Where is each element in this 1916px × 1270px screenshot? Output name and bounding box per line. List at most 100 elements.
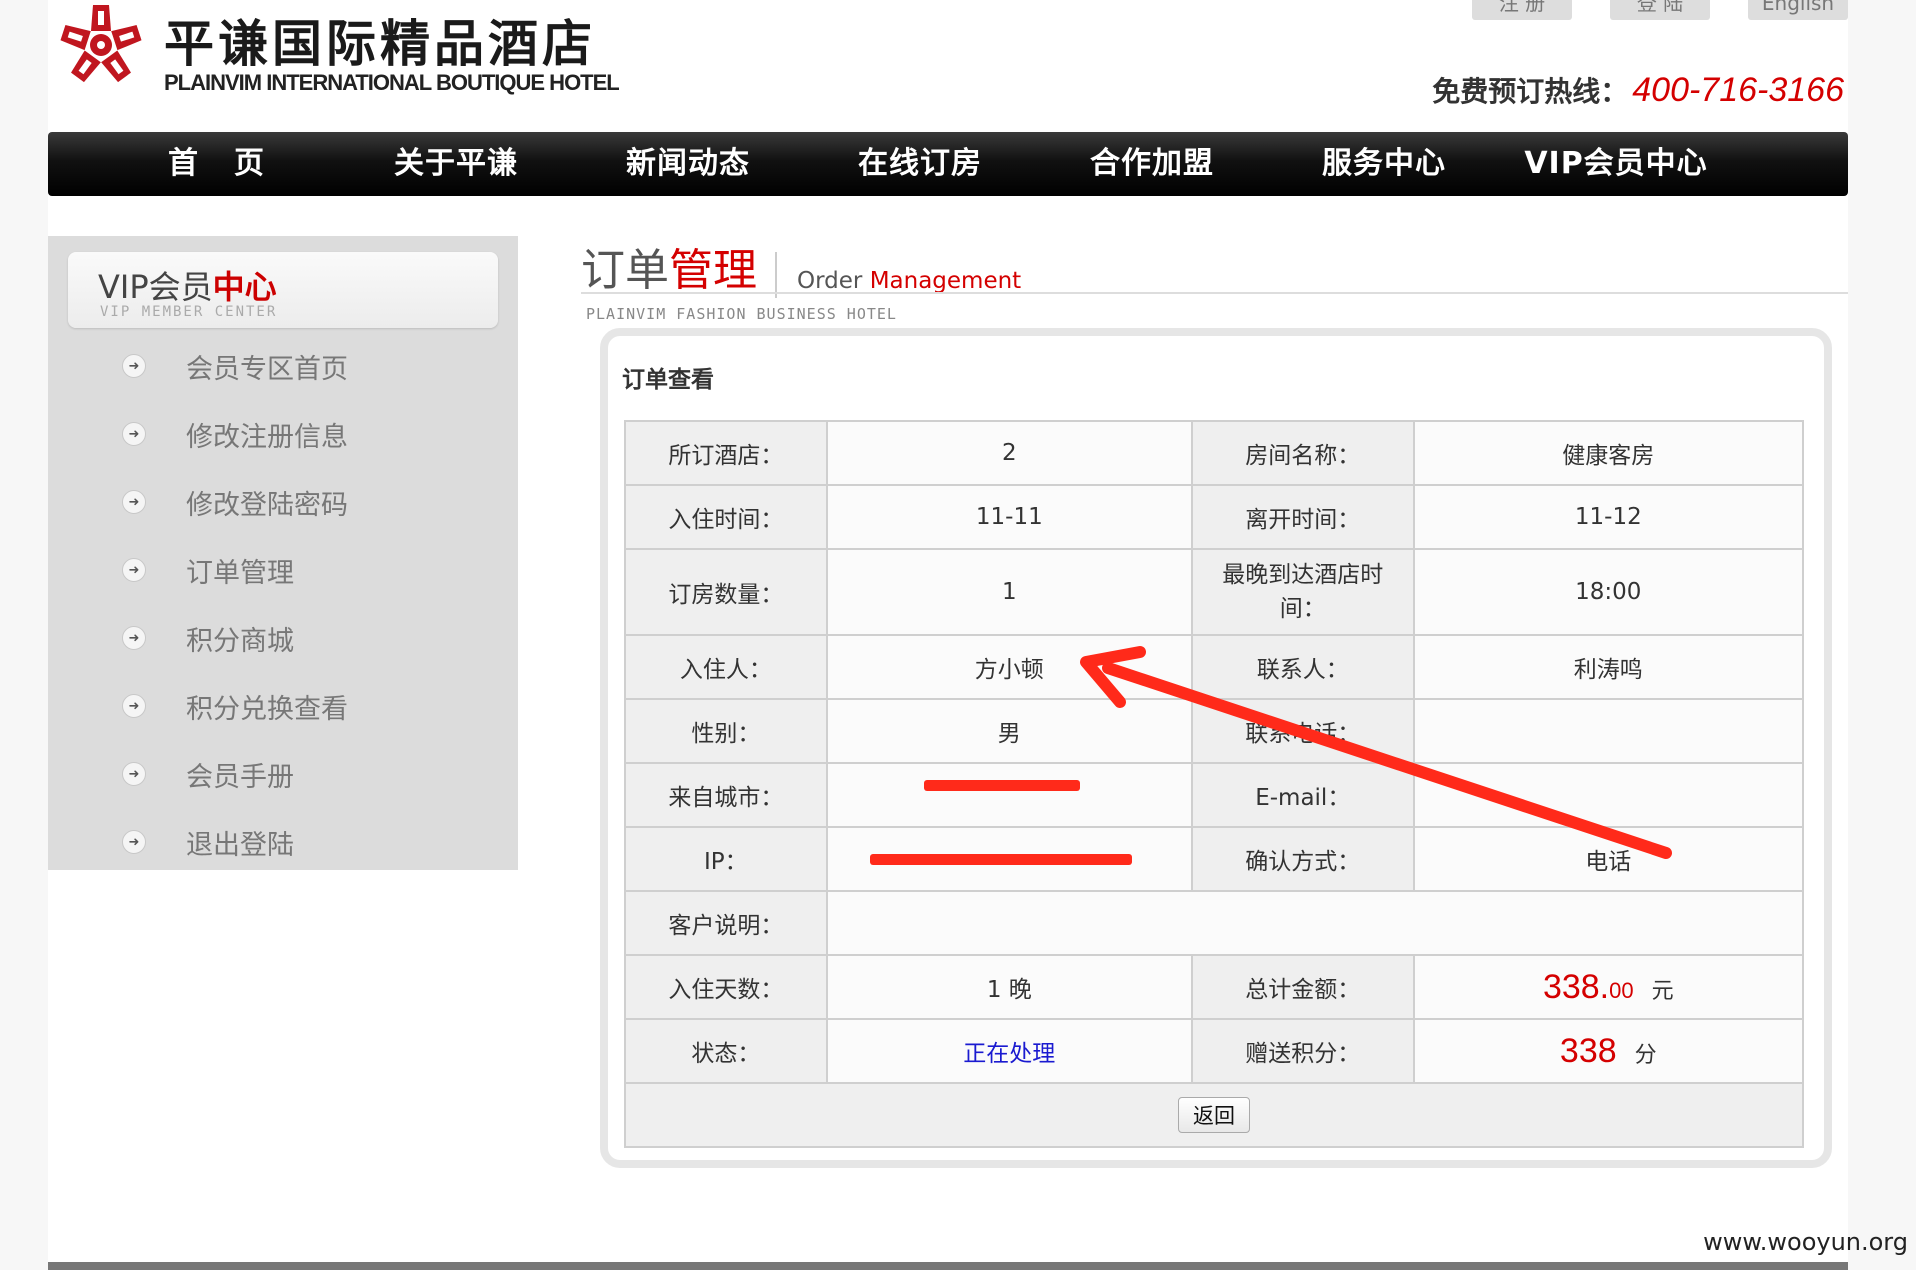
nav-booking[interactable]: 在线订房 [804, 132, 1036, 196]
nights-label: 入住天数： [624, 954, 828, 1020]
nights-value: 1 晚 [825, 954, 1193, 1020]
arrival-label-line2: 间： [1279, 596, 1326, 622]
sidebar-item-orders[interactable]: ➜ 订单管理 [48, 536, 518, 604]
city-value-redacted [825, 762, 1193, 828]
register-link[interactable]: 注 册 [1472, 0, 1572, 20]
points-value: 338 分 [1412, 1018, 1805, 1084]
table-row: 来自城市： E-mail： [624, 762, 1805, 828]
arrow-right-icon: ➜ [122, 626, 146, 650]
sidebar-menu: ➜ 会员专区首页 ➜ 修改注册信息 ➜ 修改登陆密码 ➜ 订单管理 ➜ 积分商城 ➜ 积分兑… [48, 332, 518, 876]
table-row: 状态： 正在处理 赠送积分： 338 分 [624, 1018, 1805, 1084]
points-amount: 338 [1559, 1031, 1617, 1070]
phone-value [1412, 698, 1805, 764]
hotel-name-en: PLAINVIM INTERNATIONAL BOUTIQUE HOTEL [164, 70, 620, 95]
sidebar-item-points-history[interactable]: ➜ 积分兑换查看 [48, 672, 518, 740]
hotel-label: 所订酒店： [624, 420, 828, 486]
nav-home[interactable]: 首页 [128, 132, 340, 196]
hotline: 免费预订热线： 400-716-3166 [1432, 70, 1844, 110]
panel-title: 订单查看 [622, 367, 714, 393]
hotel-name-cn: 平谦国际精品酒店 [164, 14, 596, 73]
page: 平谦国际精品酒店 PLAINVIM INTERNATIONAL BOUTIQUE… [48, 0, 1848, 1270]
sidebar-title-highlight: 中心 [212, 268, 277, 306]
arrow-right-icon: ➜ [122, 830, 146, 854]
arrow-right-icon: ➜ [122, 422, 146, 446]
arrival-label-line1: 最晚到达酒店时 [1222, 562, 1384, 588]
english-link[interactable]: English [1748, 0, 1848, 20]
table-row: 性别： 男 联系电话： [624, 698, 1805, 764]
points-label: 赠送积分： [1190, 1018, 1415, 1084]
table-row: 入住时间： 11-11 离开时间： 11-12 [624, 484, 1805, 550]
sidebar-item-logout[interactable]: ➜ 退出登陆 [48, 808, 518, 876]
status-cell: 正在处理 [825, 1018, 1193, 1084]
points-unit: 分 [1634, 1042, 1657, 1068]
contact-label: 联系人： [1190, 634, 1415, 700]
order-panel: 订单查看 所订酒店： 2 房间名称： 健康客房 入住时间： 11-11 离开时间… [600, 328, 1832, 1168]
status-link[interactable]: 正在处理 [963, 1041, 1055, 1067]
gender-label: 性别： [624, 698, 828, 764]
city-label: 来自城市： [624, 762, 828, 828]
sidebar-item-handbook[interactable]: ➜ 会员手册 [48, 740, 518, 808]
room-value: 健康客房 [1412, 420, 1805, 486]
sidebar-header: VIP会员中心 VIP MEMBER CENTER [68, 252, 498, 328]
sidebar-subtitle: VIP MEMBER CENTER [100, 304, 278, 320]
email-label: E-mail： [1190, 762, 1415, 828]
table-row: 订房数量： 1 最晚到达酒店时 间： 18:00 [624, 548, 1805, 636]
redaction-mark-city [924, 780, 1080, 791]
note-label: 客户说明： [624, 890, 828, 956]
guest-value: 方小顿 [825, 634, 1193, 700]
table-row: IP： 确认方式： 电话 [624, 826, 1805, 892]
note-value [825, 890, 1805, 956]
sidebar-item-label: 修改注册信息 [186, 421, 348, 453]
sidebar: VIP会员中心 VIP MEMBER CENTER ➜ 会员专区首页 ➜ 修改注册信… [48, 236, 518, 870]
sidebar-item-label: 会员专区首页 [186, 353, 348, 385]
table-row: 返回 [624, 1082, 1804, 1148]
table-row: 所订酒店： 2 房间名称： 健康客房 [624, 420, 1805, 486]
section-title-highlight: 管理 [669, 245, 757, 296]
table-row: 入住天数： 1 晚 总计金额： 338.00 元 [624, 954, 1805, 1020]
email-value [1412, 762, 1805, 828]
rooms-value: 1 [825, 548, 1193, 636]
arrival-value: 18:00 [1412, 548, 1805, 636]
gender-value: 男 [825, 698, 1193, 764]
login-link[interactable]: 登 陆 [1610, 0, 1710, 20]
sidebar-item-label: 退出登陆 [186, 829, 294, 861]
section-underline [581, 292, 1848, 294]
actions-cell: 返回 [624, 1082, 1804, 1148]
arrow-right-icon: ➜ [122, 558, 146, 582]
hotel-logo-icon [60, 5, 142, 83]
checkout-label: 离开时间： [1190, 484, 1415, 550]
order-details-table: 所订酒店： 2 房间名称： 健康客房 入住时间： 11-11 离开时间： 11-… [624, 420, 1805, 1148]
sidebar-item-change-password[interactable]: ➜ 修改登陆密码 [48, 468, 518, 536]
contact-value: 利涛鸣 [1412, 634, 1805, 700]
back-button[interactable]: 返回 [1178, 1097, 1250, 1133]
main-nav: 首页 关于平谦 新闻动态 在线订房 合作加盟 服务中心 VIP会员中心 [48, 132, 1848, 196]
redaction-mark-ip [870, 854, 1132, 865]
total-amount-decimal: 00 [1609, 977, 1634, 1003]
nav-about[interactable]: 关于平谦 [340, 132, 572, 196]
nav-partner[interactable]: 合作加盟 [1036, 132, 1268, 196]
nav-news[interactable]: 新闻动态 [572, 132, 804, 196]
section-title-prefix: 订单 [581, 245, 669, 296]
nav-vip[interactable]: VIP会员中心 [1500, 132, 1732, 196]
sidebar-item-points-mall[interactable]: ➜ 积分商城 [48, 604, 518, 672]
sidebar-title-prefix: VIP会员 [98, 268, 213, 306]
watermark: www.wooyun.org [1703, 1228, 1908, 1256]
section-title: 订单管理 Order Management [581, 234, 1021, 298]
checkout-value: 11-12 [1412, 484, 1805, 550]
nav-service[interactable]: 服务中心 [1268, 132, 1500, 196]
arrow-right-icon: ➜ [122, 762, 146, 786]
total-value: 338.00 元 [1412, 954, 1805, 1020]
sidebar-item-label: 积分兑换查看 [186, 693, 348, 725]
arrow-right-icon: ➜ [122, 694, 146, 718]
total-unit: 元 [1651, 978, 1674, 1004]
total-label: 总计金额： [1190, 954, 1415, 1020]
rooms-label: 订房数量： [624, 548, 828, 636]
table-row: 入住人： 方小顿 联系人： 利涛鸣 [624, 634, 1805, 700]
checkin-value: 11-11 [825, 484, 1193, 550]
sidebar-item-member-home[interactable]: ➜ 会员专区首页 [48, 332, 518, 400]
footer-divider [48, 1262, 1848, 1270]
phone-label: 联系电话： [1190, 698, 1415, 764]
section-en-highlight: Management [869, 268, 1022, 294]
arrival-label: 最晚到达酒店时 间： [1190, 548, 1415, 636]
sidebar-item-edit-profile[interactable]: ➜ 修改注册信息 [48, 400, 518, 468]
